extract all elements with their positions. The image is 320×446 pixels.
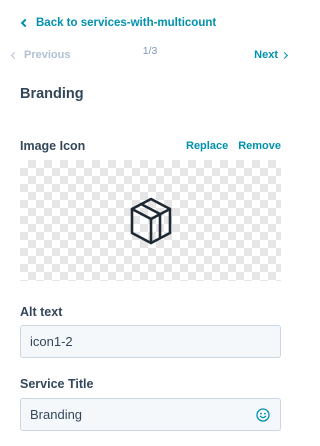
section-title: Branding <box>20 86 84 102</box>
back-link-label: Back to services-with-multicount <box>36 17 217 29</box>
alt-text-label: Alt text <box>20 305 63 319</box>
cube-icon <box>130 197 171 244</box>
remove-button[interactable]: Remove <box>238 140 281 152</box>
emoji-icon[interactable] <box>255 407 271 423</box>
next-label: Next <box>254 49 278 61</box>
service-title-label: Service Title <box>20 377 94 391</box>
image-field-header: Image Icon Replace Remove <box>20 139 281 153</box>
image-field-label: Image Icon <box>20 139 86 153</box>
chevron-right-icon <box>280 51 289 59</box>
alt-text-value: icon1-2 <box>30 334 73 349</box>
image-actions: Replace Remove <box>186 140 281 152</box>
pager: Previous 1/3 Next <box>0 45 300 65</box>
chevron-left-icon <box>20 18 30 28</box>
next-button[interactable]: Next <box>254 49 289 61</box>
replace-button[interactable]: Replace <box>186 140 228 152</box>
alt-text-input[interactable]: icon1-2 <box>20 325 281 358</box>
service-title-input[interactable]: Branding <box>20 398 281 431</box>
back-link[interactable]: Back to services-with-multicount <box>20 17 216 29</box>
image-preview[interactable] <box>20 160 281 281</box>
service-title-value: Branding <box>30 407 83 422</box>
